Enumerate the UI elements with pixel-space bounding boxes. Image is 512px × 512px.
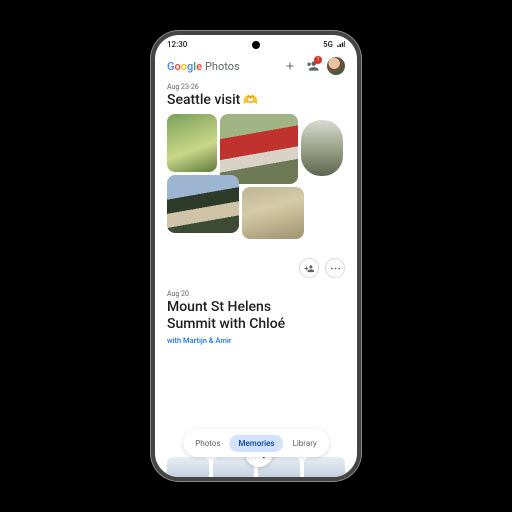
- memory-date: Aug 20: [167, 290, 345, 298]
- app-header: Google Photos 1: [155, 53, 357, 81]
- memory-people[interactable]: with Martijn & Amir: [167, 336, 345, 345]
- status-time: 12:30: [167, 40, 187, 49]
- status-network: 5G: [323, 40, 333, 49]
- memory-date: Aug 23-26: [167, 83, 345, 91]
- photo-collage[interactable]: [167, 114, 343, 252]
- photo-thumb[interactable]: [220, 114, 298, 184]
- heart-hands-emoji: 🫶: [243, 93, 258, 107]
- nav-memories[interactable]: Memories: [229, 435, 283, 452]
- add-button[interactable]: [283, 59, 297, 73]
- more-options-button[interactable]: [325, 258, 345, 278]
- photo-thumb[interactable]: [167, 175, 239, 233]
- photo-thumb[interactable]: [167, 114, 217, 172]
- camera-hole: [252, 41, 260, 49]
- nav-library[interactable]: Library: [284, 435, 326, 452]
- notification-badge: 1: [314, 56, 322, 64]
- signal-icon: [337, 41, 345, 47]
- bottom-nav: Photos Memories Library: [183, 429, 329, 457]
- add-people-button[interactable]: [299, 258, 319, 278]
- brand-logo: Google Photos: [167, 60, 240, 73]
- sharing-button[interactable]: 1: [305, 59, 319, 73]
- nav-photos[interactable]: Photos: [186, 435, 229, 452]
- photo-thumb[interactable]: [242, 187, 304, 239]
- memory-title[interactable]: Mount St Helens Summit with Chloé: [167, 299, 345, 333]
- photo-thumb[interactable]: [301, 120, 343, 176]
- memory-title[interactable]: Seattle visit 🫶: [167, 92, 345, 108]
- phone-frame: 12:30 5G Google Photos 1 Aug 23-26 Seatt…: [151, 31, 361, 481]
- main-content: Aug 23-26 Seattle visit 🫶 Aug 20 Mount S…: [155, 83, 357, 345]
- account-avatar[interactable]: [327, 57, 345, 75]
